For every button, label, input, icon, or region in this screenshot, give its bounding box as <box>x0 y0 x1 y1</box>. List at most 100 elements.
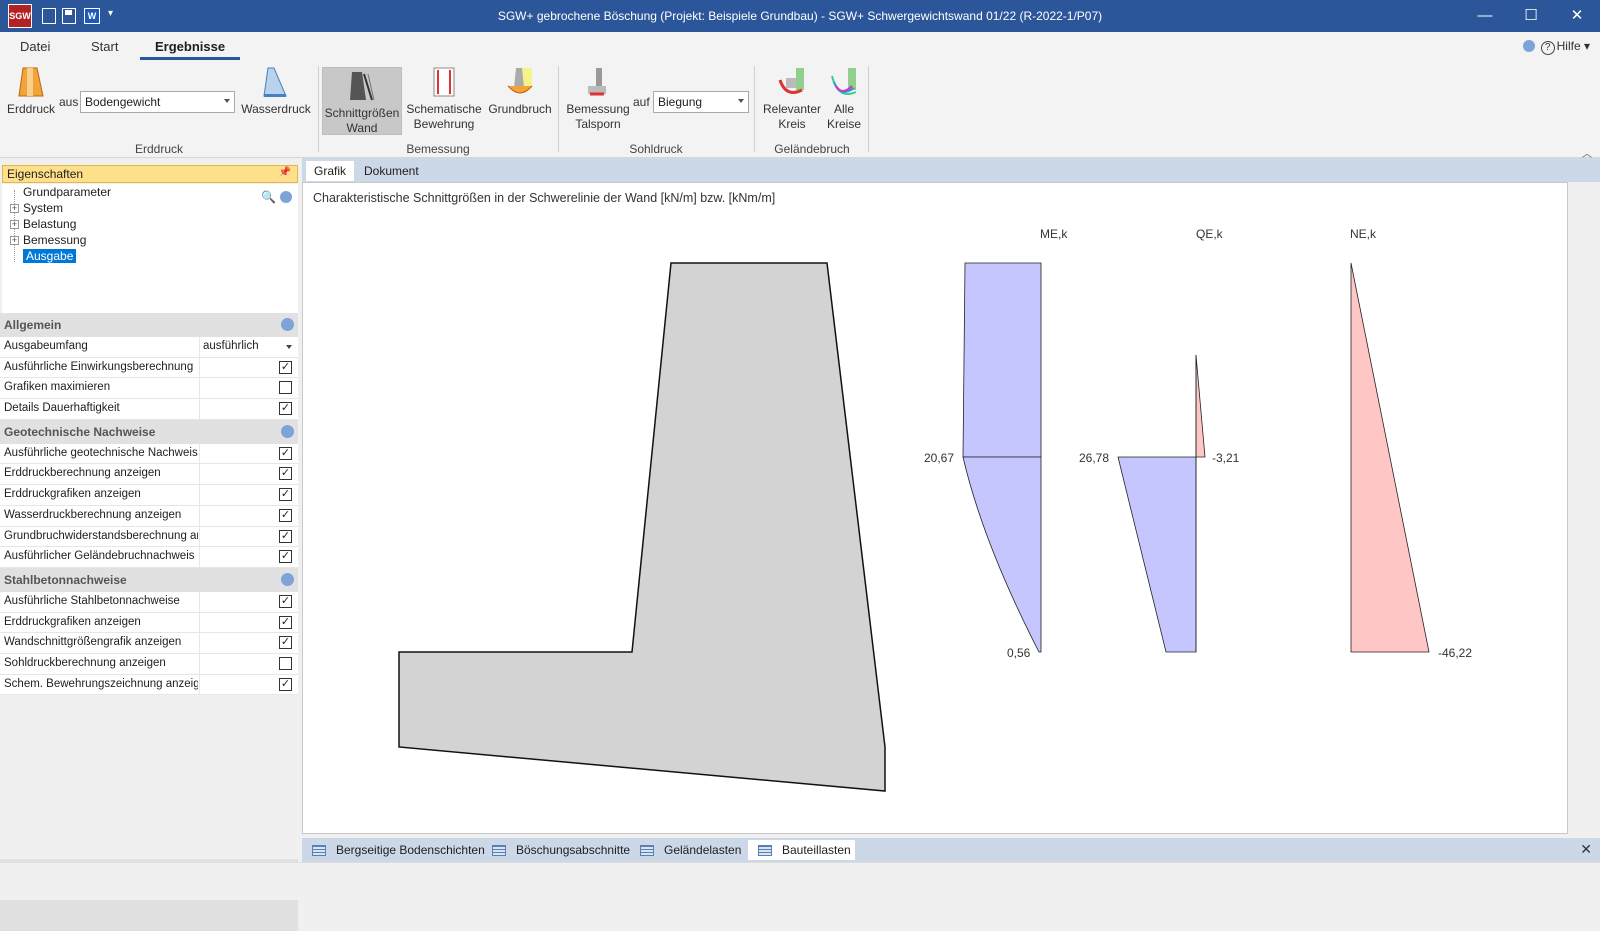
collapse-up-icon[interactable] <box>281 318 294 331</box>
property-checkbox[interactable]: ✓ <box>279 360 292 374</box>
window-title: SGW+ gebrochene Böschung (Projekt: Beisp… <box>497 9 1103 23</box>
chevron-down-icon <box>738 99 744 103</box>
maximize-button[interactable]: ☐ <box>1508 0 1554 32</box>
properties-header: Eigenschaften 📌 <box>2 165 298 183</box>
schnittgroessen-wand-button[interactable]: Schnittgrößen Wand <box>322 67 402 135</box>
property-label: Grafiken maximieren <box>4 381 111 394</box>
schnittgroessen-label-2: Wand <box>346 121 378 135</box>
tree-item-system[interactable]: System <box>23 201 63 215</box>
aus-combo[interactable]: Bodengewicht <box>80 91 235 113</box>
pin-icon[interactable]: 📌 <box>279 167 291 178</box>
tree-item-bemessung[interactable]: Bemessung <box>23 233 86 247</box>
property-row: Erddruckgrafiken anzeigen ✓ <box>0 612 298 634</box>
tab-dokument[interactable]: Dokument <box>356 161 427 181</box>
column-divider <box>199 591 200 612</box>
wasserdruck-label: Wasserdruck <box>241 102 311 116</box>
schem-bewehrung-label-2: Bewehrung <box>413 117 475 131</box>
collapse-up-icon[interactable] <box>281 572 294 586</box>
column-divider <box>199 674 200 695</box>
expand-icon[interactable]: + <box>10 236 19 245</box>
ribbon-tabs: Datei Start Ergebnisse ? Hilfe ▾ <box>0 32 1600 62</box>
property-label: Erddruckgrafiken anzeigen <box>4 615 141 628</box>
help-menu[interactable]: ? Hilfe ▾ <box>1522 39 1590 55</box>
category-header[interactable]: Allgemein <box>0 313 298 337</box>
property-checkbox[interactable]: ✓ <box>279 615 292 629</box>
property-checkbox[interactable]: ✓ <box>279 402 292 416</box>
property-value-dropdown[interactable]: ausführlich <box>203 340 259 352</box>
tab-start[interactable]: Start <box>91 39 118 54</box>
ne-label: NE,k <box>1350 227 1377 241</box>
property-checkbox[interactable]: ✓ <box>279 594 292 608</box>
expand-icon[interactable]: + <box>10 220 19 229</box>
collapse-up-icon[interactable] <box>280 191 292 203</box>
column-divider <box>199 633 200 653</box>
property-checkbox[interactable] <box>279 381 292 395</box>
tab-bauteillasten[interactable]: Bauteillasten <box>748 840 855 860</box>
relevanter-kreis-button[interactable]: Relevanter Kreis <box>760 66 824 132</box>
chevron-down-icon[interactable] <box>286 345 292 349</box>
property-checkbox[interactable]: ✓ <box>279 508 292 522</box>
status-bar <box>0 862 1600 900</box>
tab-ergebnisse[interactable]: Ergebnisse <box>140 39 241 60</box>
auf-combo[interactable]: Biegung <box>653 91 749 113</box>
property-row: Wandschnittgrößengrafik anzeigen ✓ <box>0 633 298 654</box>
property-label: Wandschnittgrößengrafik anzeigen <box>4 636 182 649</box>
close-button[interactable]: ✕ <box>1554 0 1600 32</box>
ribbon-separator <box>868 66 869 152</box>
me-diagram-upper <box>962 262 1042 458</box>
column-divider <box>199 443 200 464</box>
property-checkbox[interactable]: ✓ <box>279 446 292 460</box>
earth-pressure-icon <box>17 66 45 98</box>
search-icon[interactable]: 🔍 <box>261 190 276 204</box>
property-checkbox[interactable]: ✓ <box>279 677 292 691</box>
me-mid-value: 20,67 <box>924 451 954 465</box>
property-label: Ausführliche geotechnische Nachweise <box>4 446 198 459</box>
bemessung-talsporn-button[interactable]: Bemessung Talsporn <box>565 66 631 132</box>
group-erddruck-label: Erddruck <box>134 142 184 156</box>
collapse-up-icon[interactable] <box>1522 40 1535 52</box>
minimize-button[interactable]: — <box>1462 0 1508 32</box>
ribbon-separator <box>318 66 319 152</box>
property-row: Ausführliche geotechnische Nachweise ✓ <box>0 443 298 465</box>
group-sohldruck-label: Sohldruck <box>629 142 683 156</box>
property-checkbox[interactable]: ✓ <box>279 550 292 564</box>
expand-icon[interactable]: + <box>10 204 19 213</box>
schem-bewehrung-label-1: Schematische <box>406 102 482 116</box>
collapse-up-icon[interactable] <box>281 424 294 438</box>
schematische-bewehrung-button[interactable]: Schematische Bewehrung <box>405 66 483 132</box>
qe-diagram-negative <box>1195 354 1206 458</box>
grundbruch-button[interactable]: Grundbruch <box>486 66 554 117</box>
property-label: Ausführliche Stahlbetonnachweise <box>4 594 180 607</box>
wasserdruck-button[interactable]: Wasserdruck <box>240 66 312 117</box>
property-row: Ausführliche Stahlbetonnachweise ✓ <box>0 591 298 613</box>
tab-boeschungsabschnitte[interactable]: Böschungsabschnitte <box>482 840 634 860</box>
table-icon <box>640 845 654 856</box>
tab-grafik[interactable]: Grafik <box>306 161 355 181</box>
tab-datei[interactable]: Datei <box>20 39 50 54</box>
diagram-svg: ME,k QE,k NE,k 20,67 0,56 26,78 -3,21 -4… <box>398 227 1472 792</box>
property-label: Grundbruchwiderstandsberechnung anzeigen <box>4 529 198 542</box>
property-checkbox[interactable]: ✓ <box>279 529 292 543</box>
tree-item-grundparameter[interactable]: Grundparameter <box>23 185 111 199</box>
bemessung-talsporn-label-1: Bemessung <box>566 102 630 116</box>
erddruck-button[interactable]: Erddruck <box>6 66 56 117</box>
alle-kreise-button[interactable]: Alle Kreise <box>824 66 864 132</box>
bottom-tabs: Bergseitige Bodenschichten Böschungsabsc… <box>302 838 1600 862</box>
wall-section <box>398 262 886 792</box>
category-header[interactable]: Geotechnische Nachweise <box>0 419 298 444</box>
property-checkbox[interactable]: ✓ <box>279 488 292 502</box>
close-icon[interactable]: ✕ <box>1580 841 1592 858</box>
property-checkbox[interactable] <box>279 656 292 670</box>
category-header[interactable]: Stahlbetonnachweise <box>0 567 298 592</box>
tab-bergseitige-bodenschichten[interactable]: Bergseitige Bodenschichten <box>302 840 489 860</box>
title-bar: SGW W ▾ SGW+ gebrochene Böschung (Projek… <box>0 0 1600 32</box>
aus-combo-value: Bodengewicht <box>85 95 161 109</box>
tab-gelaendelasten[interactable]: Geländelasten <box>630 840 745 860</box>
property-checkbox[interactable]: ✓ <box>279 467 292 481</box>
property-label: Ausführlicher Geländebruchnachweis <box>4 550 195 563</box>
tree-item-belastung[interactable]: Belastung <box>23 217 76 231</box>
tree-item-ausgabe[interactable]: Ausgabe <box>23 249 77 263</box>
property-checkbox[interactable]: ✓ <box>279 636 292 650</box>
internal-forces-icon <box>348 70 376 102</box>
properties-panel: Eigenschaften 📌 Grundparameter + System … <box>0 163 300 931</box>
